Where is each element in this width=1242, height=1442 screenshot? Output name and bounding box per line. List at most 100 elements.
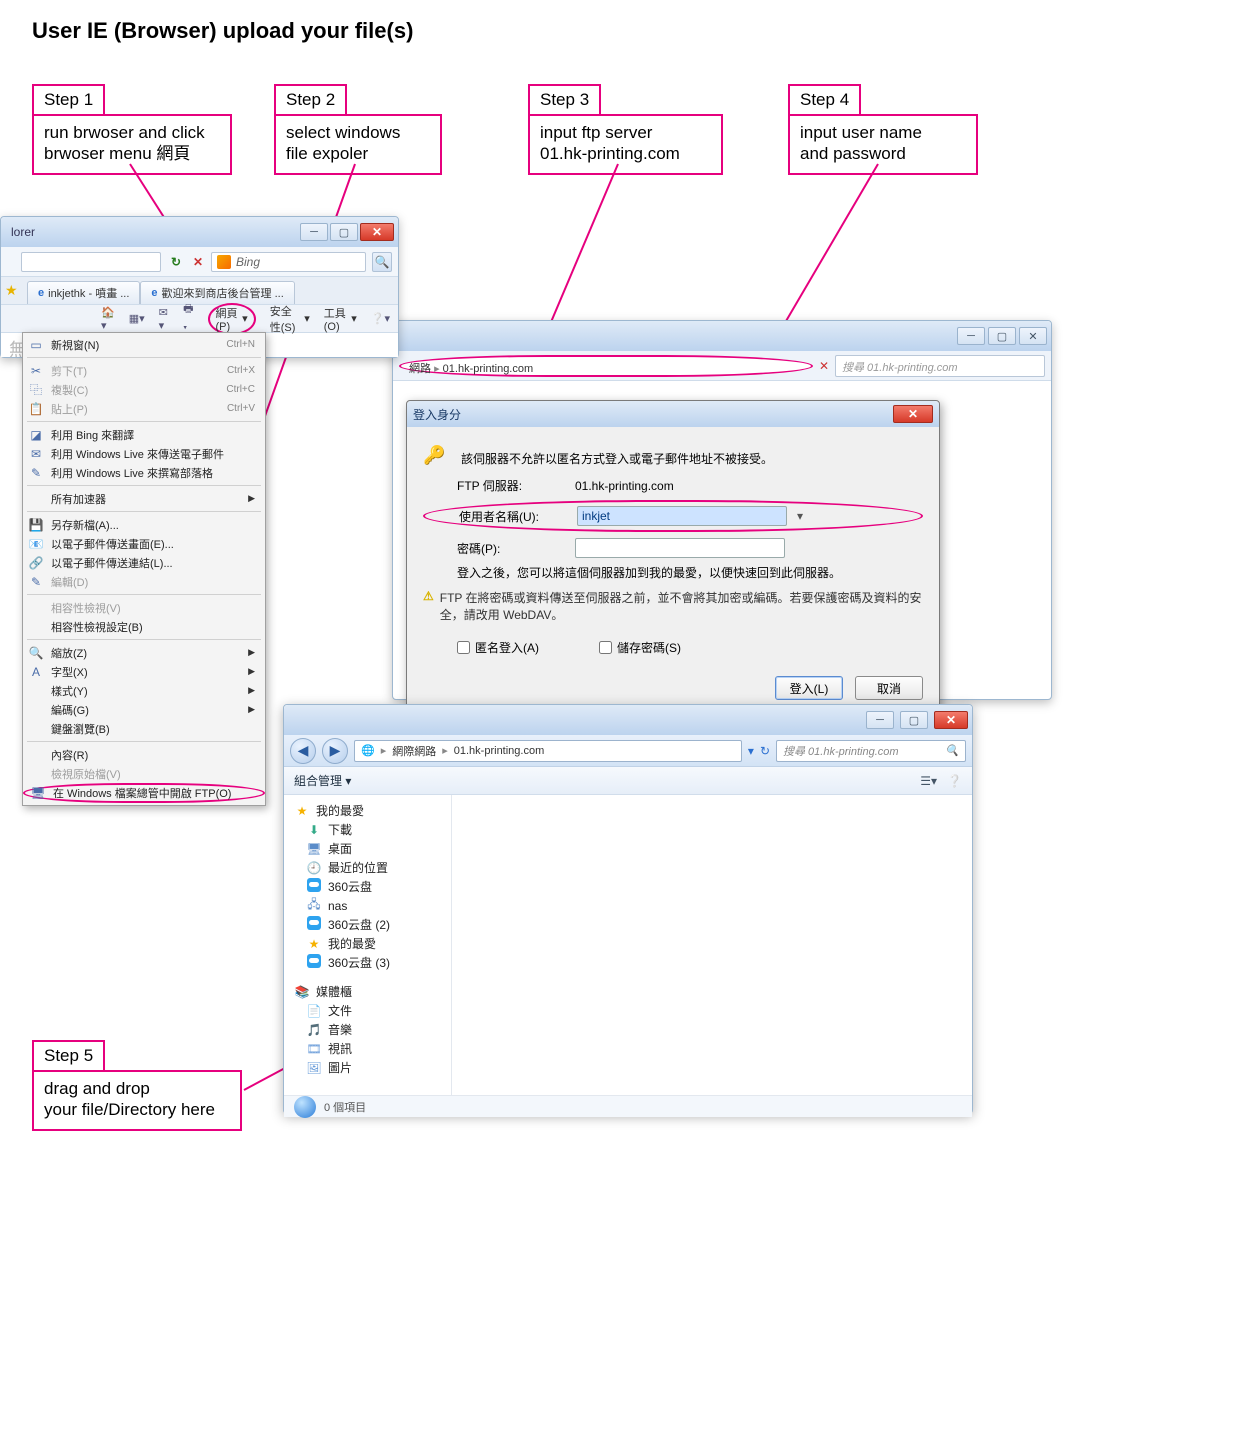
- search-icon[interactable]: 🔍: [372, 252, 392, 272]
- step1-body: run brwoser and click brwoser menu 網頁: [32, 114, 232, 175]
- minimize-button[interactable]: ─: [300, 223, 328, 241]
- sidebar-360-2[interactable]: 360云盘 (2): [288, 915, 447, 934]
- tools-menu[interactable]: 工具(O)▾: [324, 305, 357, 333]
- menu-accelerators[interactable]: 所有加速器▶: [23, 489, 265, 508]
- sidebar-video[interactable]: 🎞視訊: [288, 1039, 447, 1058]
- forward-button[interactable]: ▶: [322, 738, 348, 764]
- ftp-address-bar: 網路 ▸ 01.hk-printing.com ✕ 搜尋 01.hk-print…: [393, 351, 1051, 381]
- step2-body: select windows file expoler: [274, 114, 442, 175]
- close-button[interactable]: ✕: [934, 711, 968, 729]
- menu-open-ftp-explorer[interactable]: 🖥 在 Windows 檔案總管中開啟 FTP(O): [23, 783, 265, 803]
- menu-caret[interactable]: 鍵盤瀏覽(B): [23, 719, 265, 738]
- step3-box: Step 3 input ftp server 01.hk-printing.c…: [528, 84, 723, 175]
- sidebar-libraries[interactable]: 📚媒體櫃: [288, 982, 447, 1001]
- bing-icon: [217, 255, 231, 269]
- maximize-button[interactable]: ▢: [900, 711, 928, 729]
- minimize-button[interactable]: ─: [866, 711, 894, 729]
- tab-1-label: inkjethk - 噴畫 ...: [48, 285, 129, 301]
- explorer-content-pane[interactable]: [452, 795, 972, 1095]
- step3-body: input ftp server 01.hk-printing.com: [528, 114, 723, 175]
- menu-save-as[interactable]: 💾 另存新檔(A)...: [23, 515, 265, 534]
- ftp-address-crumb[interactable]: 網路 ▸ 01.hk-printing.com: [399, 355, 813, 377]
- sidebar-desktop[interactable]: 🖥桌面: [288, 839, 447, 858]
- step2-tag: Step 2: [274, 84, 347, 116]
- sidebar-nas[interactable]: 🖧nas: [288, 896, 447, 915]
- login-button[interactable]: 登入(L): [775, 676, 843, 700]
- search-box[interactable]: Bing: [211, 252, 366, 272]
- page-menu[interactable]: 網頁(P)▾: [208, 303, 256, 335]
- server-value: 01.hk-printing.com: [575, 479, 674, 493]
- minimize-button[interactable]: ─: [957, 327, 985, 345]
- sidebar-360-3[interactable]: 360云盘 (3): [288, 953, 447, 972]
- sidebar-downloads[interactable]: ⬇下載: [288, 820, 447, 839]
- close-button[interactable]: ✕: [1019, 327, 1047, 345]
- save-password-checkbox[interactable]: 儲存密碼(S): [599, 639, 681, 656]
- ftp-login-dialog: 登入身分 ✕ 該伺服器不允許以匿名方式登入或電子郵件地址不被接受。 FTP 伺服…: [406, 400, 940, 715]
- ftp-icon: 🖥: [30, 786, 46, 800]
- menu-send-link[interactable]: 🔗 以電子郵件傳送連結(L)...: [23, 553, 265, 572]
- step5-box: Step 5 drag and drop your file/Directory…: [32, 1040, 242, 1131]
- page-title: User IE (Browser) upload your file(s): [32, 18, 413, 44]
- sidebar-favorites[interactable]: ★我的最愛: [288, 801, 447, 820]
- sidebar-music[interactable]: 🎵音樂: [288, 1020, 447, 1039]
- menu-properties[interactable]: 內容(R): [23, 745, 265, 764]
- explorer-address[interactable]: 🌐▸ 網際網路▸ 01.hk-printing.com: [354, 740, 742, 762]
- sidebar-recent[interactable]: 🕘最近的位置: [288, 858, 447, 877]
- anonymous-checkbox[interactable]: 匿名登入(A): [457, 639, 539, 656]
- password-label: 密碼(P):: [457, 540, 567, 557]
- menu-send-page[interactable]: 📧 以電子郵件傳送畫面(E)...: [23, 534, 265, 553]
- paste-icon: 📋: [28, 402, 44, 416]
- close-button[interactable]: ✕: [360, 223, 394, 241]
- sidebar-documents[interactable]: 📄文件: [288, 1001, 447, 1020]
- blog-icon: ✎: [28, 466, 44, 480]
- step1-tag: Step 1: [32, 84, 105, 116]
- menu-bing-translate[interactable]: ◪ 利用 Bing 來翻譯: [23, 425, 265, 444]
- translate-icon: ◪: [28, 428, 44, 442]
- step1-box: Step 1 run brwoser and click brwoser men…: [32, 84, 232, 175]
- view-icon[interactable]: ☰▾: [920, 774, 937, 788]
- home-icon[interactable]: 🏠▾: [101, 306, 115, 332]
- help-icon[interactable]: ❔: [947, 774, 962, 788]
- globe-icon: [294, 1096, 316, 1118]
- feeds-icon[interactable]: ▦▾: [129, 312, 145, 325]
- ie-address-row: ↻ ✕ Bing 🔍: [1, 247, 398, 277]
- explorer-search[interactable]: 搜尋 01.hk-printing.com🔍: [776, 740, 966, 762]
- ie-address-input[interactable]: [21, 252, 161, 272]
- username-input[interactable]: inkjet: [577, 506, 787, 526]
- maximize-button[interactable]: ▢: [330, 223, 358, 241]
- menu-style[interactable]: 樣式(Y)▶: [23, 681, 265, 700]
- ftp-search-input[interactable]: 搜尋 01.hk-printing.com: [835, 355, 1045, 377]
- menu-encoding[interactable]: 編碼(G)▶: [23, 700, 265, 719]
- refresh-icon[interactable]: ↻: [760, 744, 770, 758]
- sidebar-pictures[interactable]: 🖼圖片: [288, 1058, 447, 1077]
- explorer-toolbar: 組合管理 ▾ ☰▾ ❔: [284, 767, 972, 795]
- tab-1[interactable]: einkjethk - 噴畫 ...: [27, 281, 140, 304]
- status-text: 0 個項目: [324, 1099, 366, 1115]
- organize-menu[interactable]: 組合管理 ▾: [294, 772, 351, 789]
- menu-text-size[interactable]: A 字型(X)▶: [23, 662, 265, 681]
- favorites-icon[interactable]: ★: [5, 282, 23, 300]
- page-dropdown-menu: ▭ 新視窗(N)Ctrl+N ✂ 剪下(T)Ctrl+X ⿻ 複製(C)Ctrl…: [22, 332, 266, 806]
- copy-icon: ⿻: [28, 381, 44, 398]
- menu-wl-blog[interactable]: ✎ 利用 Windows Live 來撰寫部落格: [23, 463, 265, 482]
- explorer-caption: ─ ▢ ✕: [284, 705, 972, 735]
- menu-zoom[interactable]: 🔍 縮放(Z)▶: [23, 643, 265, 662]
- sidebar-favorites2[interactable]: ★我的最愛: [288, 934, 447, 953]
- back-button[interactable]: ◀: [290, 738, 316, 764]
- sidebar-360[interactable]: 360云盘: [288, 877, 447, 896]
- stop-icon[interactable]: ✕: [191, 255, 205, 269]
- explorer-sidebar: ★我的最愛 ⬇下載 🖥桌面 🕘最近的位置 360云盘 🖧nas 360云盘 (2…: [284, 795, 452, 1095]
- mail-icon[interactable]: ✉▾: [159, 306, 170, 332]
- maximize-button[interactable]: ▢: [988, 327, 1016, 345]
- tab-2[interactable]: e歡迎來到商店後台管理 ...: [140, 281, 294, 304]
- safety-menu[interactable]: 安全性(S)▾: [270, 303, 310, 335]
- password-input[interactable]: [575, 538, 785, 558]
- refresh-icon[interactable]: ↻: [167, 255, 185, 269]
- menu-wl-mail[interactable]: ✉ 利用 Windows Live 來傳送電子郵件: [23, 444, 265, 463]
- dialog-close-button[interactable]: ✕: [893, 405, 933, 423]
- help-icon[interactable]: ❔▾: [371, 312, 390, 325]
- menu-compat-settings[interactable]: 相容性檢視設定(B): [23, 617, 265, 636]
- dialog-message: 該伺服器不允許以匿名方式登入或電子郵件地址不被接受。: [461, 450, 773, 467]
- cancel-button[interactable]: 取消: [855, 676, 923, 700]
- menu-new-window[interactable]: ▭ 新視窗(N)Ctrl+N: [23, 335, 265, 354]
